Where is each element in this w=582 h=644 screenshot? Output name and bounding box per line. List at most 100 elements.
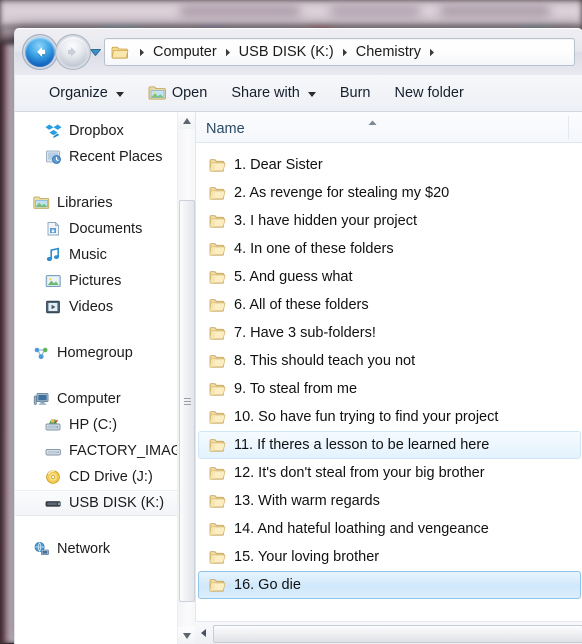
file-list: 1. Dear Sister2. As revenge for stealing… xyxy=(196,143,582,644)
file-list-item[interactable]: 16. Go die xyxy=(198,571,581,599)
breadcrumb-separator xyxy=(220,48,236,57)
chevron-down-icon xyxy=(308,85,316,101)
column-header-name[interactable]: Name xyxy=(196,121,582,142)
videos-icon xyxy=(45,299,62,315)
file-list-item[interactable]: 6. All of these folders xyxy=(198,291,581,319)
breadcrumb-item-chemistry[interactable]: Chemistry xyxy=(353,42,424,62)
navigation-list: Dropbox Recent Places LibrariesDocuments Mu… xyxy=(15,112,195,562)
libraries-icon xyxy=(33,195,50,211)
folder-icon xyxy=(209,326,226,341)
explorer-body: Dropbox Recent Places LibrariesDocuments Mu… xyxy=(15,112,582,644)
scroll-left-button[interactable] xyxy=(195,622,213,644)
burn-label: Burn xyxy=(340,85,371,101)
file-list-item[interactable]: 7. Have 3 sub-folders! xyxy=(198,319,581,347)
file-list-item[interactable]: 10. So have fun trying to find your proj… xyxy=(198,403,581,431)
triangle-left-icon xyxy=(201,629,207,637)
recent-locations-dropdown[interactable] xyxy=(88,41,102,63)
file-list-item[interactable]: 4. In one of these folders xyxy=(198,235,581,263)
folder-icon xyxy=(209,410,226,425)
folder-icon xyxy=(209,438,226,453)
sidebar-item-usb-disk-k[interactable]: USB DISK (K:) xyxy=(15,490,195,516)
file-list-item-label: 12. It's don't steal from your big broth… xyxy=(234,465,485,481)
videos-icon xyxy=(45,299,62,315)
homegroup-icon xyxy=(33,345,50,361)
homegroup-icon xyxy=(33,345,50,361)
file-list-item-label: 5. And guess what xyxy=(234,269,353,285)
folder-icon xyxy=(209,550,226,565)
sidebar-item-factory-image[interactable]: FACTORY_IMAGE xyxy=(15,438,195,464)
file-list-item[interactable]: 5. And guess what xyxy=(198,263,581,291)
pictures-icon xyxy=(45,273,62,289)
sort-ascending-icon xyxy=(368,113,377,131)
sidebar-item-libraries[interactable]: Libraries xyxy=(15,190,195,216)
file-list-item[interactable]: 2. As revenge for stealing my $20 xyxy=(198,179,581,207)
sidebar-item-music[interactable]: Music xyxy=(15,242,195,268)
file-list-item-label: 13. With warm regards xyxy=(234,493,380,509)
folder-icon xyxy=(209,158,226,173)
horizontal-scroll-track[interactable] xyxy=(213,625,581,641)
back-button[interactable] xyxy=(25,37,55,67)
sidebar-item-label: HP (C:) xyxy=(69,417,117,433)
column-divider[interactable] xyxy=(568,116,569,139)
folder-icon xyxy=(209,466,226,481)
file-list-item[interactable]: 14. And hateful loathing and vengeance xyxy=(198,515,581,543)
folder-icon xyxy=(209,298,226,313)
horizontal-scrollbar[interactable] xyxy=(195,621,582,644)
chevron-down-icon xyxy=(90,49,101,56)
backdrop-blob xyxy=(330,6,420,16)
file-list-item[interactable]: 15. Your loving brother xyxy=(198,543,581,571)
folder-icon xyxy=(209,214,226,229)
sidebar-item-label: Music xyxy=(69,247,107,263)
open-button[interactable]: Open xyxy=(136,81,219,105)
sidebar-item-network[interactable]: Network xyxy=(15,536,195,562)
folder-icon xyxy=(209,578,226,593)
sidebar-item-hp-c[interactable]: HP (C:) xyxy=(15,412,195,438)
folder-icon xyxy=(209,522,226,537)
cd-drive-icon xyxy=(45,469,62,485)
folder-icon xyxy=(209,214,226,229)
file-list-item[interactable]: 8. This should teach you not xyxy=(198,347,581,375)
scroll-down-button[interactable] xyxy=(178,627,195,644)
file-list-item[interactable]: 12. It's don't steal from your big broth… xyxy=(198,459,581,487)
file-list-item[interactable]: 9. To steal from me xyxy=(198,375,581,403)
navpane-scrollbar[interactable] xyxy=(177,112,195,644)
navigation-pane: Dropbox Recent Places LibrariesDocuments Mu… xyxy=(15,112,196,644)
sidebar-item-computer[interactable]: Computer xyxy=(15,386,195,412)
share-with-button[interactable]: Share with xyxy=(219,81,328,105)
breadcrumb-separator xyxy=(337,48,353,57)
sidebar-item-homegroup[interactable]: Homegroup xyxy=(15,340,195,366)
breadcrumb[interactable]: Computer USB DISK (K:) Chemistry xyxy=(104,38,575,66)
sidebar-item-dropbox[interactable]: Dropbox xyxy=(15,118,195,144)
forward-button[interactable] xyxy=(58,37,88,67)
folder-icon xyxy=(209,354,226,369)
sidebar-item-pictures[interactable]: Pictures xyxy=(15,268,195,294)
file-list-item-label: 7. Have 3 sub-folders! xyxy=(234,325,376,341)
file-list-item[interactable]: 1. Dear Sister xyxy=(198,151,581,179)
sidebar-item-label: Dropbox xyxy=(69,123,124,139)
file-list-item[interactable]: 11. If theres a lesson to be learned her… xyxy=(198,431,581,459)
folder-icon xyxy=(209,382,226,397)
folder-icon xyxy=(209,158,226,173)
scroll-up-button[interactable] xyxy=(178,112,195,129)
file-list-item[interactable]: 13. With warm regards xyxy=(198,487,581,515)
sidebar-item-label: Pictures xyxy=(69,273,121,289)
scrollbar-thumb[interactable] xyxy=(179,200,195,602)
breadcrumb-item-computer[interactable]: Computer xyxy=(150,42,220,62)
computer-icon xyxy=(33,391,50,407)
breadcrumb-item-usb-disk[interactable]: USB DISK (K:) xyxy=(236,42,337,62)
file-list-item-label: 6. All of these folders xyxy=(234,297,369,313)
file-list-item[interactable]: 3. I have hidden your project xyxy=(198,207,581,235)
sidebar-item-recent-places[interactable]: Recent Places xyxy=(15,144,195,170)
sidebar-item-documents[interactable]: Documents xyxy=(15,216,195,242)
horizontal-scrollbar-thumb[interactable] xyxy=(213,625,582,643)
file-list-item-label: 8. This should teach you not xyxy=(234,353,415,369)
new-folder-button[interactable]: New folder xyxy=(382,81,475,105)
sidebar-item-cd-drive-j[interactable]: CD Drive (J:) xyxy=(15,464,195,490)
organize-label: Organize xyxy=(49,85,108,101)
music-icon xyxy=(45,247,62,263)
burn-button[interactable]: Burn xyxy=(328,81,383,105)
sidebar-item-videos[interactable]: Videos xyxy=(15,294,195,320)
triangle-up-icon xyxy=(183,118,191,124)
breadcrumb-separator-trailing[interactable] xyxy=(424,48,440,57)
organize-button[interactable]: Organize xyxy=(37,81,136,105)
